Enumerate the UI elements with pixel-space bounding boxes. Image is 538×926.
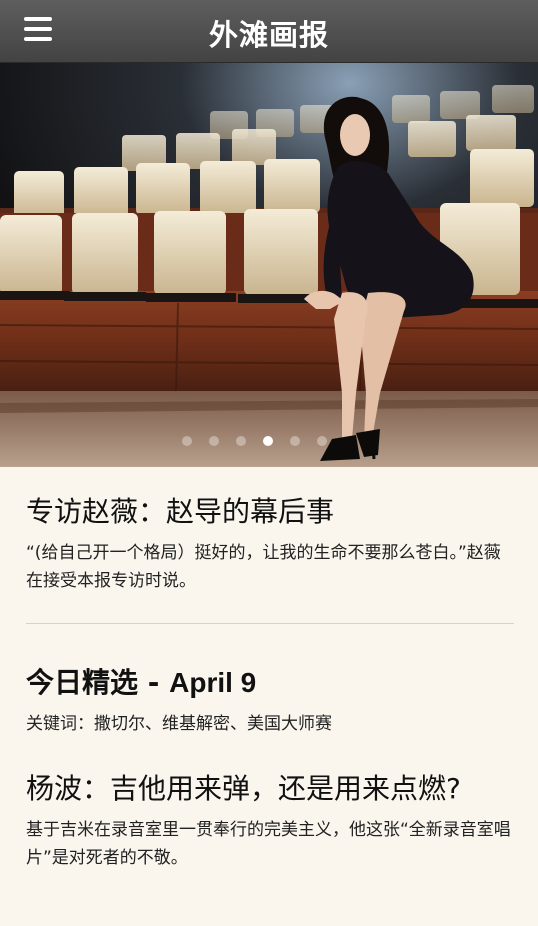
article-list: 专访赵薇：赵导的幕后事 “(给自己开一个格局）挺好的，让我的生命不要那么苍白。”…	[26, 467, 514, 872]
featured-article[interactable]: 专访赵薇：赵导的幕后事 “(给自己开一个格局）挺好的，让我的生命不要那么苍白。”…	[26, 493, 514, 595]
daily-picks-label: 今日精选 -	[26, 666, 170, 699]
article-summary: 基于吉米在录音室里一贯奉行的完美主义，他这张“全新录音室唱片”是对死者的不敬。	[26, 820, 511, 868]
top-nav-bar: 外滩画报	[0, 0, 538, 63]
featured-carousel[interactable]	[0, 63, 538, 467]
carousel-dot[interactable]	[290, 436, 300, 446]
article-headline[interactable]: 专访赵薇：赵导的幕后事	[26, 493, 514, 531]
daily-picks-date: April 9	[169, 667, 257, 698]
daily-picks-title: 今日精选 - April 9	[26, 664, 514, 702]
section-divider	[26, 623, 514, 624]
app-title: 外滩画报	[208, 18, 329, 52]
daily-picks-section: 今日精选 - April 9 关键词：撒切尔、维基解密、美国大师赛	[26, 664, 514, 736]
carousel-dot[interactable]	[209, 436, 219, 446]
carousel-dot-active[interactable]	[263, 436, 273, 446]
daily-article[interactable]: 杨波：吉他用来弹，还是用来点燃? 基于吉米在录音室里一贯奉行的完美主义，他这张“…	[26, 770, 514, 872]
carousel-dot[interactable]	[317, 436, 327, 446]
daily-picks-keywords: 关键词：撒切尔、维基解密、美国大师赛	[26, 714, 332, 734]
article-summary: “(给自己开一个格局）挺好的，让我的生命不要那么苍白。”赵薇在接受本报专访时说。	[26, 543, 501, 591]
cover-photo[interactable]	[0, 63, 538, 467]
article-headline[interactable]: 杨波：吉他用来弹，还是用来点燃?	[26, 770, 514, 808]
carousel-dot[interactable]	[236, 436, 246, 446]
carousel-pagination[interactable]	[182, 436, 327, 446]
carousel-dot[interactable]	[182, 436, 192, 446]
